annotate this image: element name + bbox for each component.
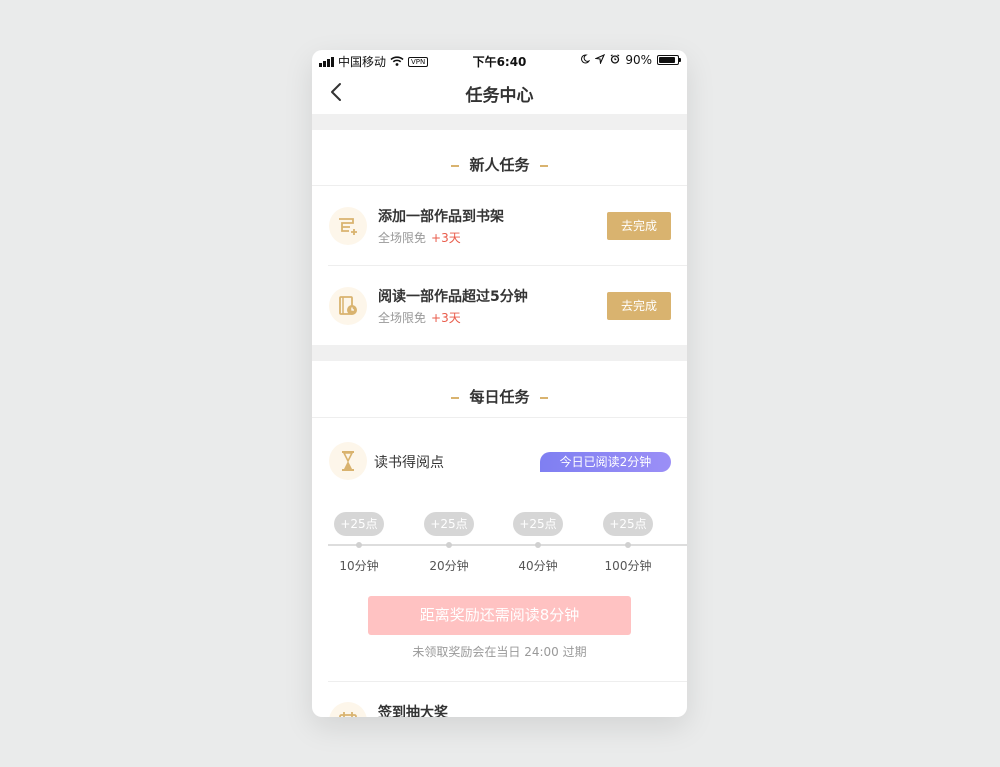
book-timer-icon <box>329 287 367 325</box>
go-complete-button[interactable]: 去完成 <box>607 292 671 320</box>
reward-progress-button[interactable]: 距离奖励还需阅读8分钟 <box>368 596 631 635</box>
go-complete-button[interactable]: 去完成 <box>607 212 671 240</box>
divider <box>312 185 687 186</box>
title-dash <box>539 396 548 399</box>
status-right: 90% <box>580 53 681 67</box>
signin-task-name[interactable]: 签到抽大奖 <box>378 702 448 717</box>
read-time-badge: 今日已阅读2分钟 <box>540 452 671 472</box>
milestone-dot <box>356 542 362 548</box>
moon-icon <box>580 53 591 67</box>
divider <box>328 265 687 266</box>
title-dash <box>451 164 460 167</box>
read-task-name: 读书得阅点 <box>374 455 444 471</box>
new-user-section-title: 新人任务 <box>312 154 687 175</box>
calendar-icon <box>329 702 367 717</box>
alarm-icon <box>610 53 620 67</box>
task-sub-text: 全场限免 <box>378 231 427 245</box>
section-title-text: 每日任务 <box>469 388 530 406</box>
expire-note: 未领取奖励会在当日 24:00 过期 <box>412 645 587 659</box>
milestone-reward: +25点 <box>603 512 653 536</box>
milestone-label: 40分钟 <box>518 559 558 573</box>
task-name: 添加一部作品到书架 <box>378 209 504 225</box>
status-bar: 中国移动 VPN 下午6:40 90% <box>312 50 687 70</box>
reward-text: +3天 <box>431 311 461 325</box>
divider <box>312 417 687 418</box>
task-sub: 全场限免 +3天 <box>378 309 461 326</box>
location-icon <box>594 53 606 67</box>
battery-icon <box>657 55 681 65</box>
milestone-label: 10分钟 <box>339 559 379 573</box>
reward-text: +3天 <box>431 231 461 245</box>
milestone-reward: +25点 <box>424 512 474 536</box>
milestone-label: 20分钟 <box>429 559 469 573</box>
milestone-dot <box>446 542 452 548</box>
milestone-reward: +25点 <box>334 512 384 536</box>
milestone-reward: +25点 <box>513 512 563 536</box>
bookshelf-add-icon <box>329 207 367 245</box>
task-sub-text: 全场限免 <box>378 311 427 325</box>
task-sub: 全场限免 +3天 <box>378 229 461 246</box>
section-gap <box>312 345 687 361</box>
title-dash <box>539 164 548 167</box>
page-title: 任务中心 <box>465 86 534 106</box>
milestone-dot <box>535 542 541 548</box>
milestone-dot <box>625 542 631 548</box>
divider <box>328 681 687 682</box>
section-gap <box>312 114 687 130</box>
phone-screen: 中国移动 VPN 下午6:40 90% 任务中心 新人任务 添加一部作品到书架 … <box>312 50 687 717</box>
milestone-label: 100分钟 <box>604 559 652 573</box>
chevron-right-icon[interactable] <box>655 714 665 717</box>
hourglass-icon <box>329 442 367 480</box>
task-name: 阅读一部作品超过5分钟 <box>378 289 528 305</box>
nav-bar: 任务中心 <box>312 70 687 114</box>
title-dash <box>451 396 460 399</box>
daily-section-title: 每日任务 <box>312 386 687 407</box>
battery-level <box>659 57 676 63</box>
progress-track <box>328 544 687 546</box>
section-title-text: 新人任务 <box>469 156 530 174</box>
battery-percent: 90% <box>625 53 652 67</box>
